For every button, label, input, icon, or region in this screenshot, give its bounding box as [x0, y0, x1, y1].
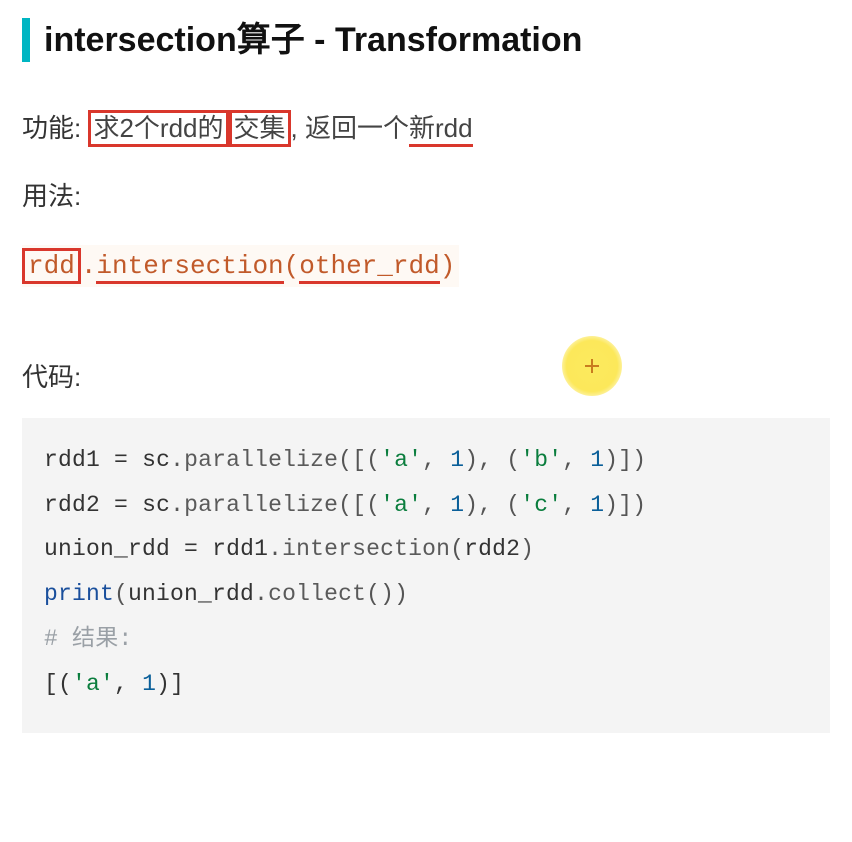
title-sep: - [305, 21, 335, 59]
usage-dot: . [81, 251, 97, 281]
page-title: intersection算子 - Transformation [22, 18, 830, 62]
function-mid-text: , 返回一个 [291, 113, 409, 143]
code-line: rdd1 = sc.parallelize([('a', 1), ('b', 1… [44, 447, 646, 473]
code-line: # 结果: [44, 626, 132, 652]
cursor-highlight-icon [562, 336, 622, 396]
highlight-underline-1: 新rdd [409, 113, 473, 147]
usage-method: intersection [96, 251, 283, 284]
code-block: rdd1 = sc.parallelize([('a', 1), ('b', 1… [22, 418, 830, 733]
usage-label: 用法: [22, 176, 830, 213]
code-label: 代码: [22, 357, 830, 394]
function-label: 功能: [22, 113, 81, 143]
usage-close-paren: ) [440, 251, 456, 281]
code-line: rdd2 = sc.parallelize([('a', 1), ('c', 1… [44, 492, 646, 518]
usage-open-paren: ( [284, 251, 300, 281]
usage-arg: other_rdd [299, 251, 439, 284]
highlight-box-2: 交集 [229, 110, 291, 147]
code-line: [('a', 1)] [44, 671, 184, 697]
usage-rdd-box: rdd [22, 248, 81, 284]
title-part-2: Transformation [335, 21, 582, 59]
function-description: 功能: 求2个rdd的交集, 返回一个新rdd [22, 108, 830, 150]
code-line: union_rdd = rdd1.intersection(rdd2) [44, 536, 534, 562]
code-line: print(union_rdd.collect()) [44, 581, 408, 607]
highlight-box-1: 求2个rdd的 [88, 110, 228, 147]
title-part-1: intersection算子 [44, 21, 305, 59]
usage-code: rdd.intersection(other_rdd) [22, 245, 459, 287]
